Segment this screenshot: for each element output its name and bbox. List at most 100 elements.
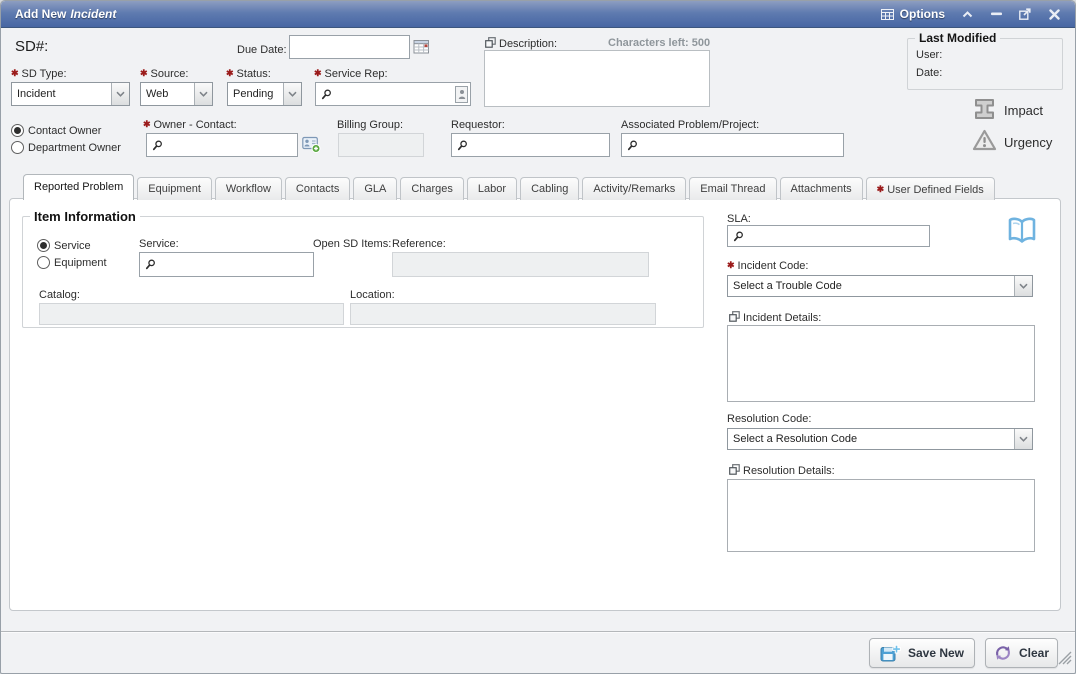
chevron-down-icon — [283, 83, 301, 105]
reference-label: Reference: — [392, 238, 446, 250]
save-new-button[interactable]: Save New — [869, 638, 975, 668]
window-title: Add NewIncident — [15, 7, 116, 21]
window-title-prefix: Add New — [15, 7, 66, 21]
tab-email-thread[interactable]: Email Thread — [689, 177, 776, 200]
incident-code-select[interactable]: Select a Trouble Code — [727, 275, 1033, 297]
incident-details-popout-icon[interactable] — [729, 311, 740, 322]
sd-type-select[interactable]: Incident — [11, 82, 130, 106]
owner-contact-input[interactable] — [166, 138, 295, 152]
resolution-code-value: Select a Resolution Code — [728, 429, 1014, 449]
sd-type-label: ✱SD Type: — [11, 68, 67, 80]
source-value: Web — [141, 83, 194, 105]
chevron-down-icon — [111, 83, 129, 105]
contact-owner-radio[interactable] — [11, 124, 24, 137]
incident-code-value: Select a Trouble Code — [728, 276, 1014, 296]
last-modified-legend: Last Modified — [915, 31, 1000, 45]
service-rep-input[interactable] — [335, 87, 455, 101]
tab-cabling[interactable]: Cabling — [520, 177, 579, 200]
item-information-legend: Item Information — [30, 209, 140, 224]
resolution-code-label: Resolution Code: — [727, 413, 811, 425]
description-popout-icon[interactable] — [485, 37, 496, 48]
tab-gla[interactable]: GLA — [353, 177, 397, 200]
department-owner-radio[interactable] — [11, 141, 24, 154]
tab-labor[interactable]: Labor — [467, 177, 517, 200]
contact-owner-label: Contact Owner — [28, 125, 101, 137]
knowledge-book-icon[interactable] — [1005, 215, 1039, 247]
sla-label: SLA: — [727, 213, 751, 225]
required-marker: ✱ — [226, 68, 234, 78]
clear-label: Clear — [1019, 646, 1049, 660]
required-marker: ✱ — [877, 184, 885, 194]
search-icon — [457, 140, 468, 151]
location-field — [350, 303, 656, 325]
service-radio[interactable] — [37, 239, 50, 252]
last-modified-user-label: User: — [916, 49, 942, 61]
description-textarea[interactable] — [484, 50, 710, 107]
status-label: ✱Status: — [226, 68, 271, 80]
resolution-details-textarea[interactable] — [727, 479, 1035, 552]
sla-input[interactable] — [747, 229, 927, 243]
required-marker: ✱ — [140, 68, 148, 78]
close-icon[interactable] — [1047, 7, 1061, 21]
incident-details-textarea[interactable] — [727, 325, 1035, 402]
sd-type-value: Incident — [12, 83, 111, 105]
equipment-radio[interactable] — [37, 256, 50, 269]
reference-field — [392, 252, 649, 277]
incident-details-label: Incident Details: — [743, 312, 821, 324]
tab-contacts[interactable]: Contacts — [285, 177, 350, 200]
tab-user-defined-fields[interactable]: ✱User Defined Fields — [866, 177, 995, 200]
tab-attachments[interactable]: Attachments — [780, 177, 863, 200]
minimize-icon[interactable] — [989, 7, 1003, 21]
billing-group-field — [338, 133, 424, 157]
last-modified-fieldset: Last Modified User: Date: — [907, 38, 1063, 90]
required-marker: ✱ — [143, 119, 151, 129]
service-search — [139, 252, 314, 277]
resolution-code-select[interactable]: Select a Resolution Code — [727, 428, 1033, 450]
sla-search — [727, 225, 930, 247]
options-grid-icon — [881, 7, 895, 21]
source-select[interactable]: Web — [140, 82, 213, 106]
department-owner-label: Department Owner — [28, 142, 121, 154]
resolution-details-popout-icon[interactable] — [729, 464, 740, 475]
options-button[interactable]: Options — [881, 7, 945, 21]
status-select[interactable]: Pending — [227, 82, 302, 106]
owner-contact-label: ✱Owner - Contact: — [143, 119, 237, 131]
resize-grip[interactable] — [1058, 651, 1072, 670]
search-icon — [145, 259, 156, 270]
search-icon — [321, 89, 332, 100]
due-date-input[interactable] — [289, 35, 410, 59]
tab-activity-remarks[interactable]: Activity/Remarks — [582, 177, 686, 200]
popout-window-icon[interactable] — [1018, 7, 1032, 21]
incident-code-label: ✱Incident Code: — [727, 260, 808, 272]
urgency-icon[interactable] — [972, 129, 997, 152]
add-contact-icon[interactable] — [302, 136, 321, 153]
associated-problem-search — [621, 133, 844, 157]
tab-reported-problem[interactable]: Reported Problem — [23, 174, 134, 200]
reported-problem-panel: Item Information Service Equipment Servi… — [9, 198, 1061, 611]
save-new-label: Save New — [908, 646, 964, 660]
required-marker: ✱ — [314, 68, 322, 78]
clear-button[interactable]: Clear — [985, 638, 1058, 668]
save-icon — [880, 644, 901, 663]
titlebar: Add NewIncident Options — [1, 1, 1075, 28]
tab-strip: Reported Problem Equipment Workflow Cont… — [23, 174, 995, 200]
tab-equipment[interactable]: Equipment — [137, 177, 212, 200]
sd-number-label: SD#: — [15, 38, 48, 55]
collapse-icon[interactable] — [960, 7, 974, 21]
due-date-label: Due Date: — [237, 44, 287, 56]
impact-icon[interactable] — [972, 97, 997, 121]
service-radio-label: Service — [54, 240, 91, 252]
service-input[interactable] — [159, 258, 311, 272]
open-sd-items-label: Open SD Items: — [313, 238, 391, 250]
tab-charges[interactable]: Charges — [400, 177, 464, 200]
associated-problem-input[interactable] — [641, 138, 841, 152]
resolution-details-label: Resolution Details: — [743, 465, 835, 477]
contact-lookup-icon[interactable] — [455, 86, 468, 103]
search-icon — [152, 140, 163, 151]
tab-workflow[interactable]: Workflow — [215, 177, 282, 200]
service-rep-label: ✱Service Rep: — [314, 68, 388, 80]
status-value: Pending — [228, 83, 283, 105]
requestor-input[interactable] — [471, 138, 607, 152]
calendar-icon[interactable] — [413, 38, 430, 54]
required-marker: ✱ — [727, 260, 735, 270]
